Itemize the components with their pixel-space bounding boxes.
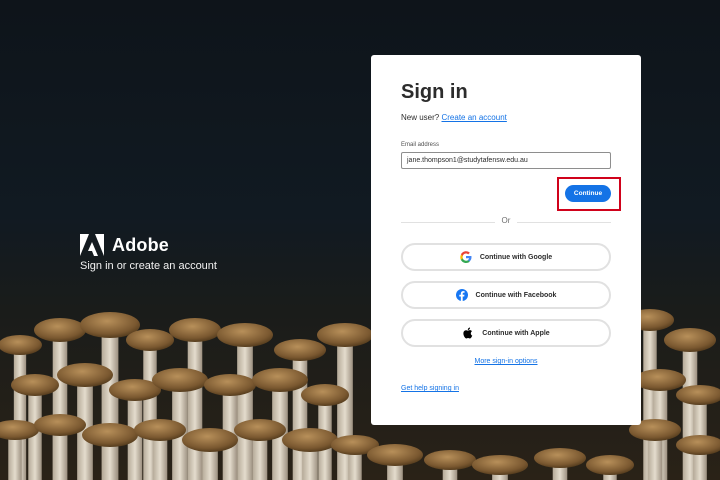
mushroom-cap [676, 435, 720, 455]
mushroom-cap [282, 428, 338, 452]
google-label: Continue with Google [479, 253, 553, 261]
new-user-text: New user? Create an account [401, 113, 507, 122]
mushroom-cap [534, 448, 586, 468]
mushroom-cap [252, 368, 308, 392]
mushroom-cap [424, 450, 476, 470]
continue-with-apple-button[interactable]: Continue with Apple [401, 319, 611, 347]
mushroom-cap [586, 455, 634, 475]
continue-with-google-button[interactable]: Continue with Google [401, 243, 611, 271]
page-title: Sign in [401, 81, 468, 103]
mushroom-stem [187, 330, 203, 480]
mushroom-cap [134, 419, 186, 441]
mushroom-cap [126, 329, 174, 351]
mushroom-cap [217, 323, 273, 347]
mushroom-cap [34, 318, 86, 342]
mushroom-cap [317, 323, 373, 347]
continue-with-facebook-button[interactable]: Continue with Facebook [401, 281, 611, 309]
mushroom-cap [367, 444, 423, 466]
mushroom-cap [301, 384, 349, 406]
mushroom-cap [152, 368, 208, 392]
mushroom-cap [472, 455, 528, 475]
email-field[interactable]: jane.thompson1@studytafensw.edu.au [401, 152, 611, 169]
mushroom-cap [182, 428, 238, 452]
continue-button[interactable]: Continue [565, 185, 611, 202]
new-user-label: New user? [401, 113, 440, 122]
mushroom-cap [204, 374, 256, 396]
mushroom-cap [34, 414, 86, 436]
facebook-label: Continue with Facebook [475, 291, 557, 299]
divider-left [401, 222, 495, 223]
brand-block: Adobe Sign in or create an account [80, 234, 217, 272]
email-label: Email address [401, 142, 440, 148]
mushroom-cap [169, 318, 221, 342]
adobe-logo-icon [80, 234, 104, 256]
mushroom-cap [676, 385, 720, 405]
google-icon [460, 251, 472, 263]
mushroom-cap [82, 423, 138, 447]
facebook-icon [455, 289, 468, 301]
create-account-link[interactable]: Create an account [441, 113, 506, 122]
mushroom-cap [634, 369, 686, 391]
mushroom-cap [57, 363, 113, 387]
mushroom-cap [11, 374, 59, 396]
more-signin-options-link[interactable]: More sign-in options [371, 358, 641, 365]
or-separator: Or [501, 216, 511, 225]
brand-tagline: Sign in or create an account [80, 260, 217, 272]
apple-label: Continue with Apple [482, 329, 550, 337]
mushroom-cap [234, 419, 286, 441]
mushroom-stem [237, 335, 253, 480]
mushroom-cap [664, 328, 716, 352]
mushroom-cap [0, 335, 42, 355]
divider-right [517, 222, 611, 223]
signin-card: Sign in New user? Create an account Emai… [371, 55, 641, 425]
mushroom-cap [274, 339, 326, 361]
apple-icon [462, 327, 474, 339]
brand-name: Adobe [112, 234, 169, 255]
get-help-link[interactable]: Get help signing in [401, 385, 459, 392]
